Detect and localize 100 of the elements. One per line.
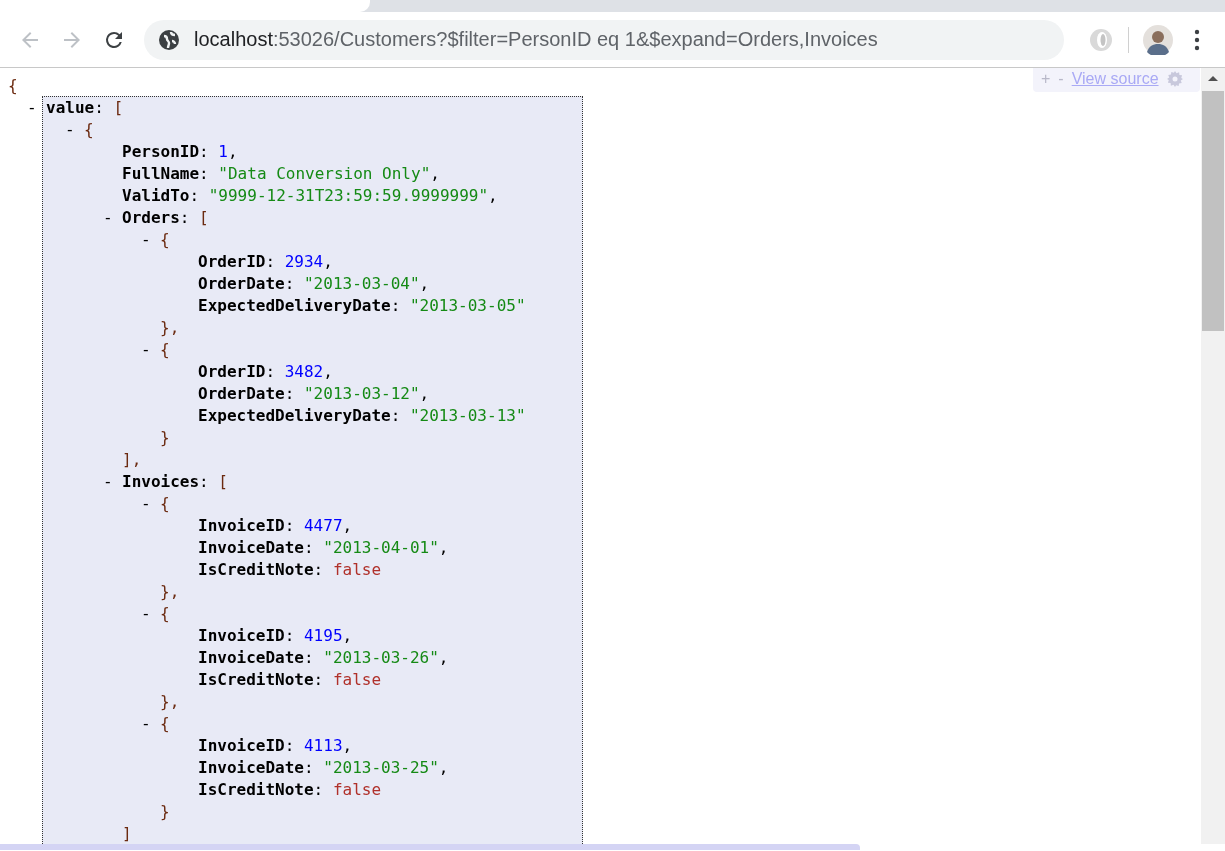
- json-bracket: },: [160, 582, 180, 601]
- json-punctuation: :: [284, 626, 295, 645]
- json-punctuation: ,: [488, 186, 498, 205]
- json-punctuation: ,: [228, 142, 238, 161]
- json-punctuation: :: [284, 384, 295, 403]
- json-value: "2013-03-12": [304, 384, 420, 403]
- json-value: 3482: [284, 362, 324, 381]
- json-key: ExpectedDeliveryDate: [198, 406, 391, 425]
- json-punctuation: :: [303, 758, 314, 777]
- json-punctuation: :: [94, 98, 104, 117]
- json-key: InvoiceID: [198, 626, 285, 645]
- json-key: PersonID: [122, 142, 200, 161]
- json-punctuation: :: [199, 472, 209, 491]
- json-value: "9999-12-31T23:59:59.9999999": [208, 186, 489, 205]
- json-bracket: ]: [122, 824, 132, 843]
- json-punctuation: :: [284, 736, 295, 755]
- json-punctuation: :: [284, 516, 295, 535]
- collapse-toggle[interactable]: -: [103, 207, 122, 229]
- vertical-scrollbar[interactable]: [1201, 68, 1225, 844]
- avatar-icon[interactable]: [1143, 24, 1173, 55]
- json-bracket: }: [160, 802, 170, 821]
- json-bracket: },: [160, 318, 180, 337]
- json-punctuation: :: [303, 538, 314, 557]
- json-key: IsCreditNote: [198, 670, 314, 689]
- json-key: ValidTo: [122, 186, 190, 205]
- json-bracket: },: [160, 692, 180, 711]
- json-punctuation: ,: [342, 736, 353, 755]
- json-punctuation: ,: [323, 362, 333, 381]
- json-bracket: }: [160, 428, 170, 447]
- json-key: InvoiceID: [198, 736, 285, 755]
- json-key: Invoices: [122, 472, 200, 491]
- horizontal-scrollbar[interactable]: [0, 844, 860, 850]
- json-bracket: [: [199, 208, 209, 227]
- json-bracket: ],: [122, 450, 142, 469]
- json-bracket: {: [160, 714, 170, 733]
- json-punctuation: ,: [342, 626, 353, 645]
- json-punctuation: ,: [419, 274, 430, 293]
- json-punctuation: :: [313, 670, 324, 689]
- json-value: false: [332, 670, 382, 689]
- json-value: 4113: [304, 736, 343, 755]
- json-punctuation: ,: [430, 164, 440, 183]
- json-value: "Data Conversion Only": [218, 164, 431, 183]
- json-key: FullName: [122, 164, 200, 183]
- json-bracket: {: [160, 494, 170, 513]
- json-key: ExpectedDeliveryDate: [198, 296, 391, 315]
- json-value: 1: [218, 142, 228, 161]
- json-bracket: [: [218, 472, 228, 491]
- json-punctuation: :: [189, 186, 200, 205]
- json-bracket: {: [8, 76, 18, 95]
- json-value: false: [332, 560, 382, 579]
- extension-icon[interactable]: [1088, 26, 1114, 53]
- json-key: IsCreditNote: [198, 780, 314, 799]
- json-bracket: {: [160, 340, 170, 359]
- json-value: "2013-03-05": [409, 296, 526, 315]
- collapse-toggle[interactable]: -: [141, 339, 160, 361]
- json-punctuation: :: [390, 296, 401, 315]
- collapse-toggle[interactable]: -: [141, 713, 160, 735]
- json-value: "2013-03-04": [304, 274, 420, 293]
- json-value: 4195: [304, 626, 343, 645]
- json-punctuation: :: [284, 274, 295, 293]
- collapse-toggle[interactable]: -: [141, 229, 160, 251]
- json-punctuation: ,: [342, 516, 353, 535]
- json-key: OrderDate: [198, 274, 285, 293]
- collapse-toggle[interactable]: -: [27, 97, 46, 119]
- json-punctuation: :: [390, 406, 401, 425]
- json-punctuation: ,: [438, 538, 449, 557]
- collapse-toggle[interactable]: -: [141, 603, 160, 625]
- json-bracket: {: [160, 230, 170, 249]
- json-bracket: {: [160, 604, 170, 623]
- json-punctuation: :: [265, 252, 276, 271]
- json-key: InvoiceDate: [198, 758, 304, 777]
- json-bracket: {: [84, 120, 94, 139]
- json-punctuation: :: [265, 362, 276, 381]
- json-value: false: [332, 780, 382, 799]
- json-key: InvoiceID: [198, 516, 285, 535]
- json-key: IsCreditNote: [198, 560, 314, 579]
- json-punctuation: :: [313, 780, 324, 799]
- json-key: OrderDate: [198, 384, 285, 403]
- json-value: 4477: [304, 516, 343, 535]
- json-value: "2013-03-25": [323, 758, 439, 777]
- address-bar[interactable]: localhost:53026/Customers?$filter=PersonID eq 1&$expand=Orders,Invoices: [144, 19, 1064, 60]
- globe-icon: [158, 28, 180, 51]
- json-key: OrderID: [198, 362, 266, 381]
- json-value: "2013-03-13": [409, 406, 526, 425]
- json-punctuation: ,: [323, 252, 333, 271]
- collapse-toggle[interactable]: -: [103, 471, 122, 493]
- json-key: Orders: [122, 208, 180, 227]
- json-key: value: [46, 98, 95, 117]
- json-key: InvoiceDate: [198, 538, 304, 557]
- gear-icon[interactable]: [1166, 70, 1183, 87]
- json-key: OrderID: [198, 252, 266, 271]
- json-punctuation: :: [199, 164, 209, 183]
- json-punctuation: :: [199, 142, 209, 161]
- json-key: InvoiceDate: [198, 648, 304, 667]
- json-punctuation: ,: [419, 384, 430, 403]
- collapse-toggle[interactable]: -: [65, 119, 84, 141]
- json-value: "2013-04-01": [323, 538, 439, 557]
- collapse-toggle[interactable]: -: [141, 493, 160, 515]
- json-punctuation: :: [303, 648, 314, 667]
- json-punctuation: ,: [438, 648, 449, 667]
